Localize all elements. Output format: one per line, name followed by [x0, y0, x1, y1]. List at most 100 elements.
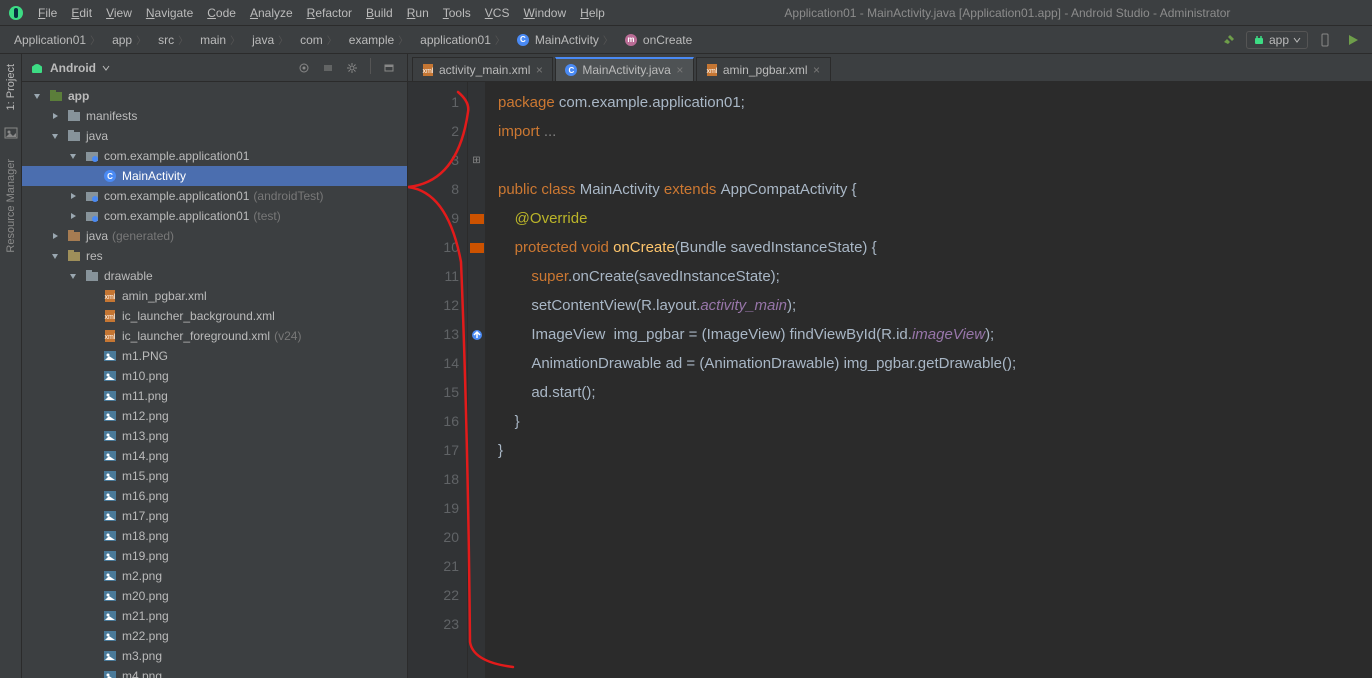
- code-line[interactable]: ImageView img_pgbar = (ImageView) findVi…: [498, 320, 1372, 349]
- project-tree[interactable]: appmanifestsjavacom.example.application0…: [22, 82, 407, 678]
- override-icon[interactable]: [471, 329, 483, 341]
- tree-node-m20-png[interactable]: m20.png: [22, 586, 407, 606]
- menu-run[interactable]: Run: [401, 4, 435, 22]
- tree-node-com-example-application01[interactable]: com.example.application01(test): [22, 206, 407, 226]
- project-view-selector[interactable]: Android: [30, 61, 110, 75]
- tree-node-drawable[interactable]: drawable: [22, 266, 407, 286]
- gutter-mark-cell[interactable]: ⊞: [468, 146, 485, 175]
- menu-build[interactable]: Build: [360, 4, 399, 22]
- gutter-mark-cell[interactable]: [468, 436, 485, 465]
- code-line[interactable]: package com.example.application01;: [498, 88, 1372, 117]
- breadcrumb-com[interactable]: com: [294, 30, 343, 50]
- tree-node-com-example-application01[interactable]: com.example.application01: [22, 146, 407, 166]
- tree-node-manifests[interactable]: manifests: [22, 106, 407, 126]
- close-icon[interactable]: ×: [812, 65, 822, 75]
- tree-twisty-icon[interactable]: [84, 349, 98, 363]
- tab-mainactivity-java[interactable]: CMainActivity.java×: [555, 57, 693, 81]
- line-number[interactable]: 1: [408, 88, 459, 117]
- line-number[interactable]: 18: [408, 465, 459, 494]
- code-line[interactable]: setContentView(R.layout.activity_main);: [498, 291, 1372, 320]
- breadcrumb-example[interactable]: example: [343, 30, 414, 50]
- line-number[interactable]: 21: [408, 552, 459, 581]
- select-opened-file-icon[interactable]: [294, 58, 314, 78]
- tree-twisty-icon[interactable]: [66, 149, 80, 163]
- breadcrumb-java[interactable]: java: [246, 30, 294, 50]
- gutter-mark-cell[interactable]: [468, 407, 485, 436]
- code-editor[interactable]: 123891011121314151617181920212223 ⊞ pack…: [408, 82, 1372, 678]
- code-line[interactable]: [498, 146, 1372, 175]
- gutter-mark-cell[interactable]: [468, 494, 485, 523]
- gutter-mark-cell[interactable]: [468, 349, 485, 378]
- rail-tab-project[interactable]: 1: Project: [5, 60, 17, 114]
- expand-all-icon[interactable]: [318, 58, 338, 78]
- line-number[interactable]: 11: [408, 262, 459, 291]
- tree-node-m15-png[interactable]: m15.png: [22, 466, 407, 486]
- line-number[interactable]: 23: [408, 610, 459, 639]
- tree-node-java[interactable]: java: [22, 126, 407, 146]
- tree-twisty-icon[interactable]: [84, 289, 98, 303]
- tree-twisty-icon[interactable]: [48, 109, 62, 123]
- line-number[interactable]: 12: [408, 291, 459, 320]
- tree-twisty-icon[interactable]: [84, 509, 98, 523]
- tree-twisty-icon[interactable]: [84, 409, 98, 423]
- gutter-mark-cell[interactable]: [468, 291, 485, 320]
- line-gutter[interactable]: 123891011121314151617181920212223: [408, 82, 468, 678]
- tree-twisty-icon[interactable]: [84, 589, 98, 603]
- tree-twisty-icon[interactable]: [84, 449, 98, 463]
- tree-node-m12-png[interactable]: m12.png: [22, 406, 407, 426]
- gutter-mark-cell[interactable]: [468, 552, 485, 581]
- tree-node-amin-pgbar-xml[interactable]: xmlamin_pgbar.xml: [22, 286, 407, 306]
- menu-file[interactable]: File: [32, 4, 63, 22]
- menu-edit[interactable]: Edit: [65, 4, 98, 22]
- tree-twisty-icon[interactable]: [84, 669, 98, 678]
- gutter-mark-cell[interactable]: [468, 465, 485, 494]
- tree-node-m19-png[interactable]: m19.png: [22, 546, 407, 566]
- tree-twisty-icon[interactable]: [84, 469, 98, 483]
- gutter-marks[interactable]: ⊞: [468, 82, 486, 678]
- menu-refactor[interactable]: Refactor: [301, 4, 358, 22]
- tree-twisty-icon[interactable]: [66, 269, 80, 283]
- code-line[interactable]: @Override: [498, 204, 1372, 233]
- code-line[interactable]: super.onCreate(savedInstanceState);: [498, 262, 1372, 291]
- gutter-mark-cell[interactable]: [468, 610, 485, 639]
- tree-node-m14-png[interactable]: m14.png: [22, 446, 407, 466]
- tree-twisty-icon[interactable]: [48, 249, 62, 263]
- line-number[interactable]: 19: [408, 494, 459, 523]
- menu-code[interactable]: Code: [201, 4, 242, 22]
- menu-window[interactable]: Window: [517, 4, 572, 22]
- gutter-mark-cell[interactable]: [468, 523, 485, 552]
- menu-tools[interactable]: Tools: [437, 4, 477, 22]
- line-number[interactable]: 17: [408, 436, 459, 465]
- line-number[interactable]: 8: [408, 175, 459, 204]
- code-content[interactable]: package com.example.application01;import…: [486, 82, 1372, 678]
- device-selector-icon[interactable]: [1314, 29, 1336, 51]
- gutter-mark-cell[interactable]: [468, 204, 485, 233]
- tree-node-ic-launcher-foreground-xml[interactable]: xmlic_launcher_foreground.xml(v24): [22, 326, 407, 346]
- tree-node-m11-png[interactable]: m11.png: [22, 386, 407, 406]
- breadcrumb-app[interactable]: app: [106, 30, 152, 50]
- run-icon[interactable]: [1342, 29, 1364, 51]
- tree-twisty-icon[interactable]: [66, 189, 80, 203]
- menu-navigate[interactable]: Navigate: [140, 4, 199, 22]
- menu-view[interactable]: View: [100, 4, 138, 22]
- tree-node-m10-png[interactable]: m10.png: [22, 366, 407, 386]
- line-number[interactable]: 13: [408, 320, 459, 349]
- tree-node-java[interactable]: java(generated): [22, 226, 407, 246]
- tree-twisty-icon[interactable]: [48, 129, 62, 143]
- gutter-mark-cell[interactable]: [468, 581, 485, 610]
- tree-twisty-icon[interactable]: [84, 389, 98, 403]
- tree-node-com-example-application01[interactable]: com.example.application01(androidTest): [22, 186, 407, 206]
- gutter-mark-cell[interactable]: [468, 117, 485, 146]
- menu-vcs[interactable]: VCS: [479, 4, 516, 22]
- line-number[interactable]: 16: [408, 407, 459, 436]
- line-number[interactable]: 3: [408, 146, 459, 175]
- tree-node-ic-launcher-background-xml[interactable]: xmlic_launcher_background.xml: [22, 306, 407, 326]
- tree-node-m17-png[interactable]: m17.png: [22, 506, 407, 526]
- tree-node-m22-png[interactable]: m22.png: [22, 626, 407, 646]
- tree-node-mainactivity[interactable]: CMainActivity: [22, 166, 407, 186]
- gutter-mark-cell[interactable]: [468, 320, 485, 349]
- gutter-mark-cell[interactable]: [468, 378, 485, 407]
- gutter-mark-cell[interactable]: [468, 233, 485, 262]
- tree-node-m3-png[interactable]: m3.png: [22, 646, 407, 666]
- breadcrumb-main[interactable]: main: [194, 30, 246, 50]
